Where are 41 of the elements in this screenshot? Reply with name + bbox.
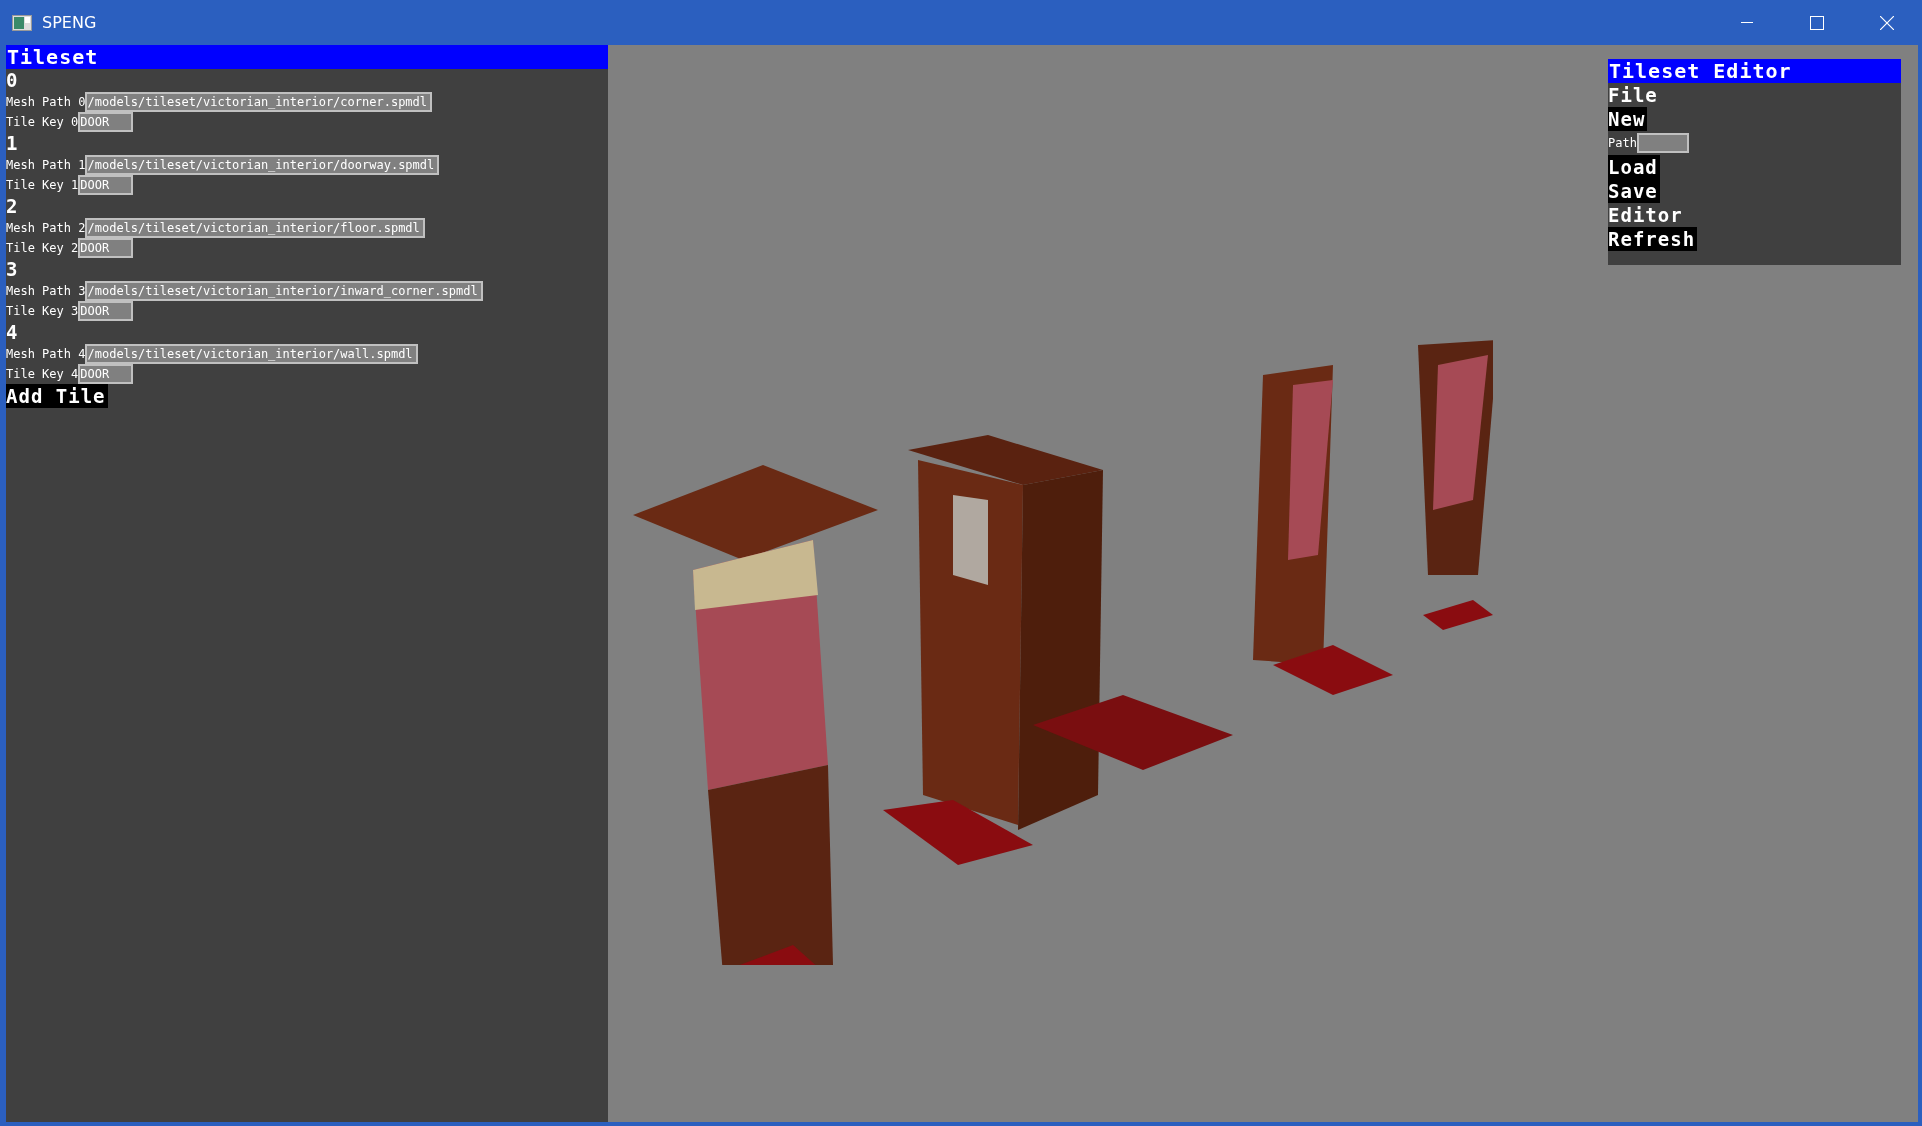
input-field[interactable]: DOOR [78, 301, 134, 321]
input-field[interactable] [1636, 133, 1689, 153]
input-field[interactable]: DOOR [78, 238, 134, 258]
menu-button[interactable]: Refresh [1608, 227, 1698, 251]
panel-title: Tileset Editor [1608, 59, 1901, 83]
input-field[interactable]: /models/tileset/victorian_interior/wall.spmdl [85, 344, 418, 364]
minimize-icon[interactable] [1741, 21, 1753, 24]
panel-title: Tileset [6, 45, 608, 69]
tile-index: 1 [6, 132, 19, 155]
field-label: Mesh Path 2 [6, 221, 86, 235]
field-label: Path [1608, 136, 1637, 150]
maximize-icon[interactable] [1810, 15, 1824, 30]
input-field[interactable]: DOOR [78, 364, 134, 384]
input-field[interactable]: /models/tileset/victorian_interior/corner.spmdl [85, 92, 433, 112]
tile-index: 3 [6, 258, 19, 281]
menu-button[interactable]: Load [1608, 155, 1660, 179]
section-label: File [1608, 83, 1658, 107]
input-field[interactable]: DOOR [78, 175, 134, 195]
field-label: Tile Key 2 [6, 241, 79, 255]
input-field[interactable]: /models/tileset/victorian_interior/inward_corner.spmdl [85, 281, 483, 301]
field-label: Mesh Path 1 [6, 158, 86, 172]
input-field[interactable]: DOOR [78, 112, 134, 132]
tile-index: 2 [6, 195, 19, 218]
input-field[interactable]: /models/tileset/victorian_interior/doorway.spmdl [85, 155, 440, 175]
input-field[interactable]: /models/tileset/victorian_interior/floor.spmdl [85, 218, 425, 238]
field-label: Tile Key 4 [6, 367, 79, 381]
close-icon[interactable] [1880, 15, 1894, 30]
field-label: Mesh Path 0 [6, 95, 86, 109]
tile-index: 4 [6, 321, 19, 344]
section-label: Editor [1608, 203, 1683, 227]
tile-index: 0 [6, 69, 19, 92]
window-title: SPENG [42, 13, 98, 32]
app-icon [12, 14, 32, 31]
field-label: Mesh Path 4 [6, 347, 86, 361]
field-label: Tile Key 1 [6, 178, 79, 192]
menu-button[interactable]: New [1608, 107, 1648, 131]
field-label: Tile Key 3 [6, 304, 79, 318]
field-label: Mesh Path 3 [6, 284, 86, 298]
menu-button[interactable]: Save [1608, 179, 1660, 203]
add-tile-button[interactable]: Add Tile [6, 384, 108, 408]
field-label: Tile Key 0 [6, 115, 79, 129]
